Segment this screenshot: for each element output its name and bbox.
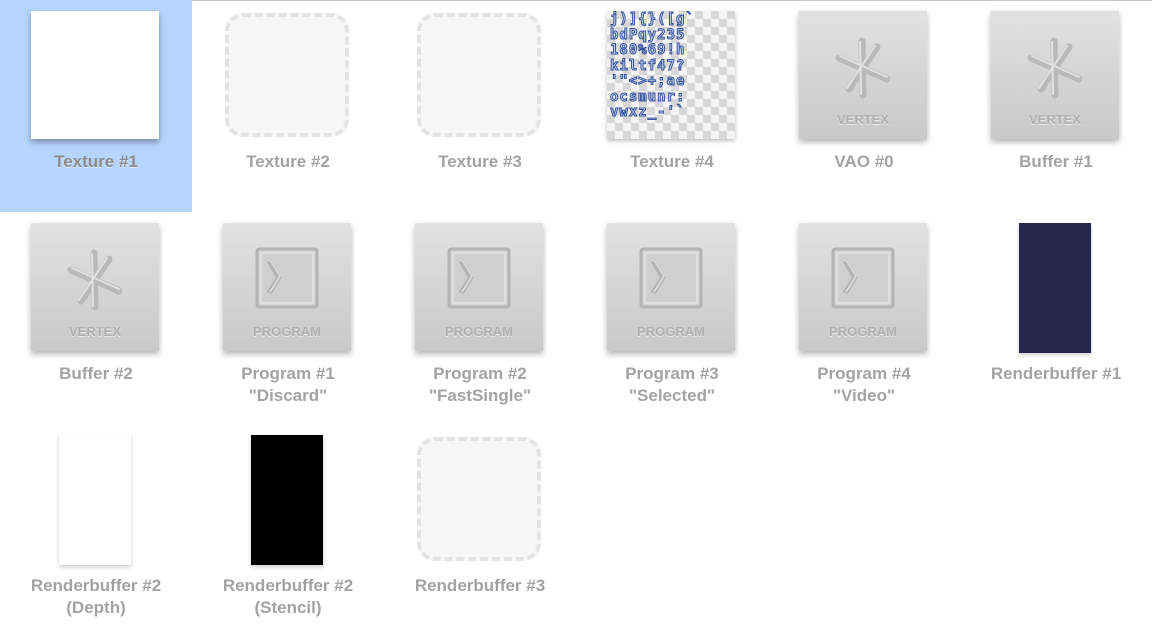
- resource-item-texture-2[interactable]: Texture #2: [192, 0, 384, 212]
- item-subtitle: "FastSingle": [428, 386, 532, 405]
- item-label: Texture #2: [192, 151, 384, 173]
- item-title: VAO #0: [834, 152, 894, 171]
- resource-grid: Texture #1 Texture #2 Texture #3 j)]{}([g` b…: [0, 0, 1152, 620]
- item-label: Texture #1: [0, 151, 192, 173]
- program-thumbnail: PROGRAM: [607, 223, 735, 351]
- texture-thumbnail: [31, 11, 159, 139]
- item-label: Renderbuffer #1: [960, 363, 1152, 385]
- item-subtitle: (Depth): [66, 598, 126, 617]
- resource-item-texture-1[interactable]: Texture #1: [0, 0, 192, 212]
- item-title: Texture #3: [438, 152, 522, 171]
- glyph-row: vwxz_-'`: [610, 104, 686, 120]
- resource-item-buffer-1[interactable]: VERTEX Buffer #1: [960, 0, 1152, 212]
- glyph-row: ocsmunr:: [610, 88, 686, 105]
- item-subtitle: "Selected": [628, 386, 716, 405]
- glyph-row: kiltf47?: [610, 57, 686, 74]
- resource-item-renderbuffer-1[interactable]: Renderbuffer #1: [960, 212, 1152, 424]
- font-atlas-glyphs: j)]{}([g` bdPqy235 180%69!h kiltf47? '"<>+;a…: [610, 11, 734, 121]
- glyph-row: j)]{}([g`: [610, 11, 695, 27]
- empty-placeholder-thumbnail: [417, 13, 541, 137]
- resource-item-texture-3[interactable]: Texture #3: [384, 0, 576, 212]
- item-title: Renderbuffer #1: [990, 364, 1122, 383]
- vertex-thumbnail: VERTEX: [799, 11, 927, 139]
- icon-caption: VERTEX: [836, 112, 889, 127]
- item-title: Texture #4: [630, 152, 714, 171]
- item-label: Buffer #2: [0, 363, 192, 385]
- glyph-row: bdPqy235: [610, 26, 686, 43]
- item-label: Texture #4: [576, 151, 768, 173]
- item-subtitle: "Discard": [248, 386, 328, 405]
- resource-item-buffer-2[interactable]: VERTEX Buffer #2: [0, 212, 192, 424]
- resource-item-renderbuffer-2-stencil[interactable]: Renderbuffer #2 (Stencil): [192, 424, 384, 636]
- item-label: Program #3 "Selected": [576, 363, 768, 407]
- item-label: Program #1 "Discard": [192, 363, 384, 407]
- item-label: Renderbuffer #3: [384, 575, 576, 597]
- empty-placeholder-thumbnail: [417, 437, 541, 561]
- glyph-row: '"<>+;ae: [610, 73, 686, 89]
- item-subtitle: (Stencil): [254, 598, 322, 617]
- icon-caption: PROGRAM: [445, 324, 513, 339]
- item-label: Program #4 "Video": [768, 363, 960, 407]
- icon-caption: PROGRAM: [637, 324, 705, 339]
- item-label: Program #2 "FastSingle": [384, 363, 576, 407]
- item-title: Program #2: [433, 364, 527, 383]
- item-title: Texture #1: [54, 152, 138, 171]
- resource-item-program-4[interactable]: PROGRAM Program #4 "Video": [768, 212, 960, 424]
- icon-caption: PROGRAM: [829, 324, 897, 339]
- font-atlas-thumbnail: j)]{}([g` bdPqy235 180%69!h kiltf47? '"<>+;a…: [607, 11, 735, 139]
- icon-caption: VERTEX: [68, 324, 121, 339]
- program-thumbnail: PROGRAM: [799, 223, 927, 351]
- resource-item-program-2[interactable]: PROGRAM Program #2 "FastSingle": [384, 212, 576, 424]
- item-title: Program #1: [241, 364, 335, 383]
- resource-item-program-3[interactable]: PROGRAM Program #3 "Selected": [576, 212, 768, 424]
- resource-item-program-1[interactable]: PROGRAM Program #1 "Discard": [192, 212, 384, 424]
- icon-caption: VERTEX: [1028, 112, 1081, 127]
- item-label: VAO #0: [768, 151, 960, 173]
- item-title: Renderbuffer #2: [30, 576, 162, 595]
- resource-item-vao-0[interactable]: VERTEX VAO #0: [768, 0, 960, 212]
- item-title: Texture #2: [246, 152, 330, 171]
- item-title: Renderbuffer #3: [414, 576, 546, 595]
- glyph-row: 180%69!h: [610, 42, 686, 58]
- item-label: Buffer #1: [960, 151, 1152, 173]
- item-title: Program #3: [625, 364, 719, 383]
- item-label: Renderbuffer #2 (Stencil): [192, 575, 384, 619]
- vertex-thumbnail: VERTEX: [31, 223, 159, 351]
- item-subtitle: "Video": [832, 386, 896, 405]
- icon-caption: PROGRAM: [253, 324, 321, 339]
- item-title: Program #4: [817, 364, 911, 383]
- program-thumbnail: PROGRAM: [415, 223, 543, 351]
- renderbuffer-swatch: [1019, 223, 1091, 353]
- item-title: Buffer #1: [1019, 152, 1093, 171]
- renderbuffer-swatch: [59, 435, 131, 565]
- empty-placeholder-thumbnail: [225, 13, 349, 137]
- item-label: Texture #3: [384, 151, 576, 173]
- resource-item-texture-4[interactable]: j)]{}([g` bdPqy235 180%69!h kiltf47? '"<>+;a…: [576, 0, 768, 212]
- item-label: Renderbuffer #2 (Depth): [0, 575, 192, 619]
- renderbuffer-swatch: [251, 435, 323, 565]
- resource-item-renderbuffer-2-depth[interactable]: Renderbuffer #2 (Depth): [0, 424, 192, 636]
- item-title: Renderbuffer #2: [222, 576, 354, 595]
- program-thumbnail: PROGRAM: [223, 223, 351, 351]
- vertex-thumbnail: VERTEX: [991, 11, 1119, 139]
- resource-item-renderbuffer-3[interactable]: Renderbuffer #3: [384, 424, 576, 636]
- item-title: Buffer #2: [59, 364, 133, 383]
